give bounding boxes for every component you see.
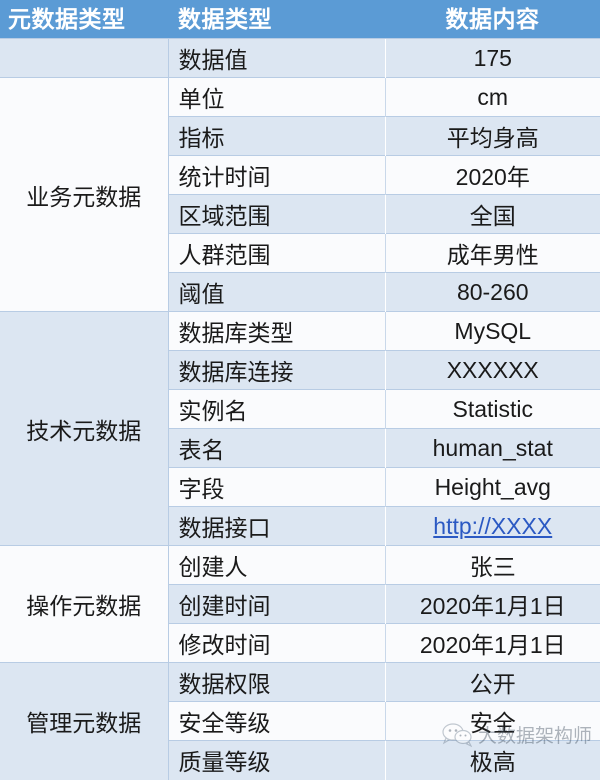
table-row: 技术元数据 数据库类型 MySQL	[0, 311, 600, 546]
row-value-cell: 2020年1月1日	[385, 584, 600, 624]
row-value-cell: 张三	[384, 545, 600, 585]
row-value-cell: XXXXXX	[385, 350, 600, 390]
group-cell-operational: 操作元数据	[0, 545, 169, 663]
table-header: 元数据类型 数据类型 数据内容	[0, 0, 600, 39]
row-type-label: 创建时间	[168, 584, 385, 624]
row-value-cell: 80-260	[385, 272, 600, 312]
row-value-cell: 全国	[385, 194, 600, 234]
header-row: 元数据类型 数据类型 数据内容	[0, 0, 600, 39]
row-value-cell: cm	[384, 77, 600, 117]
row-type-label: 表名	[168, 428, 385, 468]
column-header-data-type: 数据类型	[168, 0, 385, 39]
column-header-meta-type: 元数据类型	[0, 0, 168, 39]
row-type-label: 人群范围	[168, 233, 385, 273]
data-interface-link[interactable]: http://XXXX	[433, 513, 552, 539]
row-type-label: 字段	[168, 467, 385, 507]
row-value-cell: 2020年1月1日	[384, 623, 600, 663]
row-value-cell: MySQL	[384, 311, 600, 351]
row-value-cell: Height_avg	[384, 467, 600, 507]
row-type-label: 创建人	[168, 545, 385, 585]
row-type-label: 安全等级	[168, 701, 385, 741]
row-type-label: 质量等级	[168, 740, 385, 780]
metadata-table: 元数据类型 数据类型 数据内容 数据值 175 业务元数据 单位 cm 指标 平…	[0, 0, 600, 780]
row-value-cell: http://XXXX	[385, 506, 600, 546]
row-type-label: 数据库连接	[168, 350, 385, 390]
row-type-label: 单位	[168, 77, 385, 117]
row-type-label: 数据权限	[168, 662, 385, 702]
row-value-cell: 2020年	[384, 155, 600, 195]
row-type-label: 数据接口	[168, 506, 385, 546]
table-body: 数据值 175 业务元数据 单位 cm 指标 平均身高 统计时间 2020年 区…	[0, 38, 600, 780]
group-cell-technical: 技术元数据	[0, 311, 169, 546]
row-value-cell: 公开	[385, 662, 600, 702]
column-header-data-content: 数据内容	[385, 0, 600, 39]
group-cell-empty	[0, 38, 169, 78]
row-value-cell: 175	[385, 38, 600, 78]
group-cell-business: 业务元数据	[0, 77, 169, 312]
row-type-label: 阈值	[168, 272, 385, 312]
row-value-cell: 平均身高	[385, 116, 600, 156]
row-value-cell: 极高	[385, 740, 600, 780]
row-type-label: 指标	[168, 116, 385, 156]
row-type-label: 数据值	[168, 38, 385, 78]
row-type-label: 数据库类型	[168, 311, 385, 351]
row-type-label: 修改时间	[168, 623, 385, 663]
row-type-label: 区域范围	[168, 194, 385, 234]
row-value-cell: human_stat	[385, 428, 600, 468]
row-value-cell: 成年男性	[384, 233, 600, 273]
row-type-label: 实例名	[168, 389, 385, 429]
table-row: 数据值 175	[0, 38, 600, 78]
row-value-cell: Statistic	[384, 389, 600, 429]
table-row: 操作元数据 创建人 张三	[0, 545, 600, 663]
row-type-label: 统计时间	[168, 155, 385, 195]
table-row: 业务元数据 单位 cm	[0, 77, 600, 312]
table-row: 管理元数据 数据权限 公开	[0, 662, 600, 780]
row-value-cell: 安全	[384, 701, 600, 741]
